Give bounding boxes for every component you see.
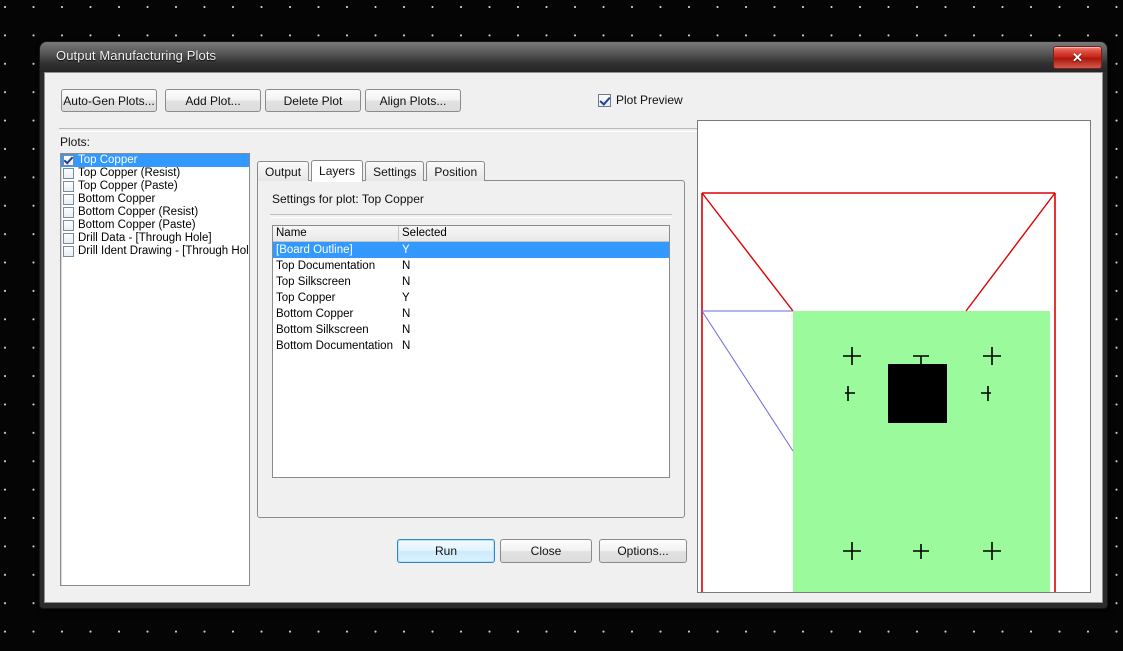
column-header-name: Name [273, 226, 399, 241]
checkbox-icon[interactable] [63, 207, 74, 218]
run-button[interactable]: Run [397, 539, 495, 563]
plot-list-item-label: Top Copper [78, 154, 138, 166]
plot-preview-checkbox[interactable]: Plot Preview [598, 91, 683, 109]
plot-list-item[interactable]: Drill Ident Drawing - [Through Hole] [61, 245, 249, 258]
column-header-selected: Selected [402, 227, 447, 239]
output-manufacturing-plots-window: Output Manufacturing Plots ✕ Auto-Gen Pl… [40, 42, 1107, 608]
plot-preview-label: Plot Preview [616, 93, 683, 107]
layers-grid[interactable]: Name Selected [Board Outline] Y Top Docume… [272, 225, 670, 478]
tab-layers[interactable]: Layers [311, 160, 364, 182]
close-icon: ✕ [1072, 49, 1083, 65]
plot-list-item[interactable]: Bottom Copper (Paste) [61, 219, 249, 232]
plot-list-item-label: Top Copper (Resist) [78, 167, 181, 179]
plot-list-item[interactable]: Top Copper (Paste) [61, 180, 249, 193]
layer-selected-cell: Y [402, 244, 410, 256]
layer-name-cell: Bottom Silkscreen [276, 324, 369, 336]
layers-grid-row[interactable]: Bottom Silkscreen N [273, 322, 669, 338]
checkbox-icon[interactable] [63, 233, 74, 244]
layer-selected-cell: N [402, 260, 411, 272]
plot-list-item-label: Drill Data - [Through Hole] [78, 232, 212, 244]
layer-name-cell: Bottom Copper [276, 308, 354, 320]
layers-grid-row[interactable]: Top Copper Y [273, 290, 669, 306]
plot-list-item-label: Drill Ident Drawing - [Through Hole] [78, 245, 250, 257]
layer-name-cell: Bottom Documentation [276, 340, 393, 352]
layer-name-cell: Top Copper [276, 292, 336, 304]
settings-for-plot-label: Settings for plot: Top Copper [272, 192, 424, 206]
checkbox-icon[interactable] [598, 93, 611, 107]
checkbox-icon[interactable] [63, 155, 74, 166]
layers-tab-panel: Settings for plot: Top Copper Name Selec… [257, 180, 685, 518]
checkbox-icon[interactable] [63, 168, 74, 179]
plot-list-item[interactable]: Drill Data - [Through Hole] [61, 232, 249, 245]
layers-grid-body: [Board Outline] Y Top Documentation N Top Si… [273, 242, 669, 354]
window-title: Output Manufacturing Plots [56, 48, 217, 63]
layer-name-cell: Top Silkscreen [276, 276, 351, 288]
checkbox-icon[interactable] [63, 194, 74, 205]
plot-list-item-label: Top Copper (Paste) [78, 180, 178, 192]
plot-list-item[interactable]: Bottom Copper (Resist) [61, 206, 249, 219]
tab-output[interactable]: Output [257, 161, 310, 181]
pcb-plot-preview-graphic [698, 121, 1090, 592]
layer-name-cell: [Board Outline] [276, 244, 353, 256]
panel-divider [270, 214, 672, 218]
layers-grid-row[interactable]: Top Silkscreen N [273, 274, 669, 290]
layer-selected-cell: N [402, 276, 411, 288]
plot-list-item[interactable]: Bottom Copper [61, 193, 249, 206]
delete-plot-button[interactable]: Delete Plot [265, 89, 361, 112]
layer-selected-cell: Y [402, 292, 410, 304]
layers-grid-row[interactable]: [Board Outline] Y [273, 242, 669, 258]
layer-name-cell: Top Documentation [276, 260, 376, 272]
close-dialog-button[interactable]: Close [500, 539, 592, 563]
auto-gen-plots-button[interactable]: Auto-Gen Plots... [61, 89, 157, 112]
layer-selected-cell: N [402, 308, 411, 320]
layers-grid-row[interactable]: Top Documentation N [273, 258, 669, 274]
tab-settings[interactable]: Settings [365, 161, 425, 181]
plot-list-item[interactable]: Top Copper [61, 154, 249, 167]
layers-grid-row[interactable]: Bottom Copper N [273, 306, 669, 322]
align-plots-button[interactable]: Align Plots... [365, 89, 461, 112]
checkbox-icon[interactable] [63, 220, 74, 231]
plot-list-item-label: Bottom Copper [78, 193, 156, 205]
add-plot-button[interactable]: Add Plot... [165, 89, 261, 112]
settings-tabstrip[interactable]: Output Layers Settings Position [257, 159, 486, 182]
layer-selected-cell: N [402, 324, 411, 336]
plot-list-item-label: Bottom Copper (Resist) [78, 206, 199, 218]
layer-selected-cell: N [402, 340, 411, 352]
tab-position[interactable]: Position [426, 161, 486, 181]
close-button[interactable]: ✕ [1053, 46, 1102, 69]
window-client-area: Auto-Gen Plots... Add Plot... Delete Plo… [44, 72, 1103, 603]
checkbox-icon[interactable] [63, 246, 74, 257]
layers-grid-header: Name Selected [273, 226, 669, 242]
checkbox-icon[interactable] [63, 181, 74, 192]
window-titlebar[interactable]: Output Manufacturing Plots ✕ [40, 42, 1107, 72]
plots-label: Plots: [60, 135, 91, 149]
desktop-background: Output Manufacturing Plots ✕ Auto-Gen Pl… [0, 0, 1123, 651]
plot-preview-pane[interactable] [697, 120, 1091, 593]
plots-listbox[interactable]: Top Copper Top Copper (Resist) Top Copper … [60, 153, 250, 586]
options-button[interactable]: Options... [599, 539, 687, 563]
plot-list-item[interactable]: Top Copper (Resist) [61, 167, 249, 180]
layers-grid-row[interactable]: Bottom Documentation N [273, 338, 669, 354]
plot-list-item-label: Bottom Copper (Paste) [78, 219, 196, 231]
